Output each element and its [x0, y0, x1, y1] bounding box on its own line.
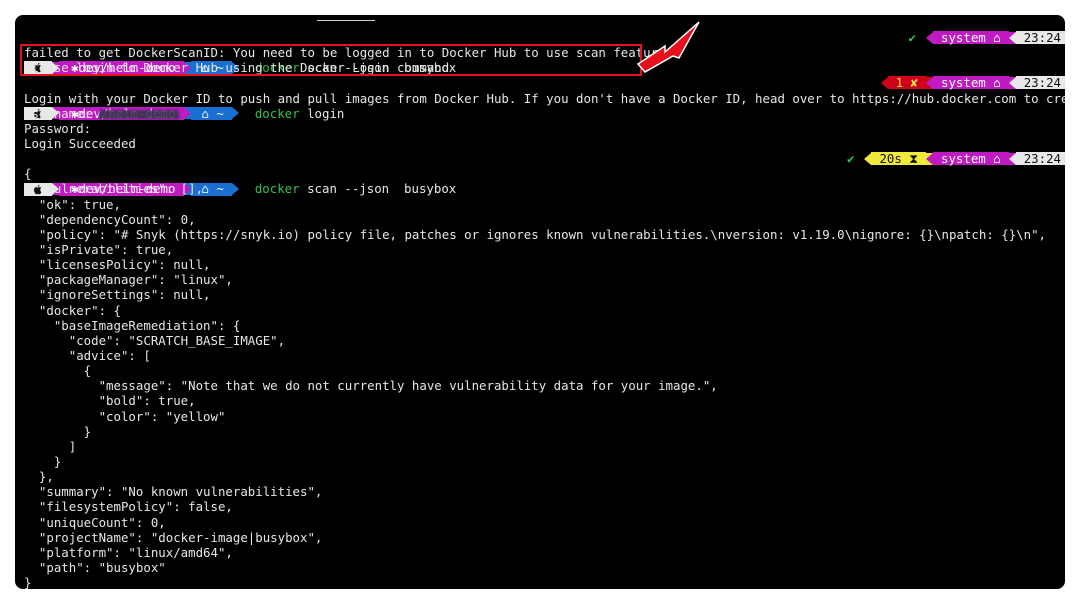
json-line: "uniqueCount": 0,: [24, 514, 166, 530]
json-line: }: [24, 575, 32, 589]
json-line: "advice": [: [24, 347, 151, 363]
status-ok-icon: ✔: [898, 30, 926, 45]
json-line: "docker": {: [24, 302, 121, 318]
cursor-underline: [317, 20, 375, 21]
json-line: "ok": true,: [24, 196, 121, 212]
json-line: "color": "yellow": [24, 408, 226, 424]
json-line: "code": "SCRATCH_BASE_IMAGE",: [24, 332, 286, 348]
error-highlight-box: [20, 44, 642, 76]
json-line: }: [24, 423, 92, 439]
clock: 23:24: [1015, 151, 1065, 166]
json-line: "summary": "No known vulnerabilities",: [24, 484, 323, 500]
json-line: }: [24, 453, 62, 469]
json-line: },: [24, 469, 54, 485]
status-ok-icon: ✔: [836, 151, 865, 166]
terminal-output: ✱ dev/helm-demo ⌂ ~ docker scan --json bus…: [15, 30, 1065, 589]
username-label: Username:: [24, 105, 92, 121]
json-line: "platform": "linux/amd64",: [24, 544, 233, 560]
json-line: "licensesPolicy": null,: [24, 257, 211, 273]
status-error-icon: 1 ✘: [887, 75, 926, 90]
json-line: {: [24, 363, 92, 379]
login-info-line: Login with your Docker ID to push and pu…: [24, 90, 1065, 106]
json-line: "policy": "# Snyk (https://snyk.io) poli…: [24, 226, 1046, 242]
json-line: "baseImageRemediation": {: [24, 317, 241, 333]
terminal-window[interactable]: ✱ dev/helm-demo ⌂ ~ docker scan --json bus…: [15, 15, 1065, 589]
clock: 23:24: [1015, 75, 1065, 90]
right-prompt-1: ✔ system ⌂ 23:24: [891, 30, 1065, 45]
password-line: Password:: [24, 120, 92, 136]
json-line: "packageManager": "linux",: [24, 272, 233, 288]
json-line: "path": "busybox": [24, 559, 166, 575]
right-prompt-2: 1 ✘ system ⌂ 23:24: [880, 75, 1065, 90]
clock: 23:24: [1015, 30, 1065, 45]
login-succeeded-line: Login Succeeded: [24, 135, 136, 151]
json-line: "projectName": "docker-image|busybox",: [24, 529, 323, 545]
json-line: "isPrivate": true,: [24, 241, 174, 257]
system-badge: system ⌂: [933, 151, 1009, 166]
json-line: ]: [24, 438, 77, 454]
prompt-line-1: ✱ dev/helm-demo ⌂ ~ docker scan --json bus…: [15, 30, 1065, 75]
json-line: "filesystemPolicy": false,: [24, 499, 233, 515]
json-line: "bold": true,: [24, 393, 196, 409]
json-line: "vulnerabilities": [],: [24, 181, 204, 197]
json-line: "message": "Note that we do not currentl…: [24, 378, 718, 394]
json-line: {: [24, 166, 32, 182]
duration-badge: 20s ⧗: [871, 151, 926, 166]
system-badge: system ⌂: [933, 75, 1009, 90]
right-prompt-3: ✔ 20s ⧗ system ⌂ 23:24: [829, 151, 1065, 166]
redacted-username: [99, 109, 180, 119]
json-output: { "vulnerabilities": [], "ok": true, "de…: [15, 166, 1065, 589]
json-line: "ignoreSettings": null,: [24, 287, 211, 303]
json-line: "dependencyCount": 0,: [24, 211, 196, 227]
prompt-line-3: ✱ dev/helm-demo ⌂ ~ docker scan --json bus…: [15, 151, 1065, 196]
username-line: Username:: [15, 106, 1065, 121]
prompt-line-2: ✱ dev/helm-demo⌂ ~docker login 1 ✘ syste…: [15, 75, 1065, 121]
annotation-arrow-icon: [636, 21, 700, 73]
system-badge: system ⌂: [933, 30, 1009, 45]
